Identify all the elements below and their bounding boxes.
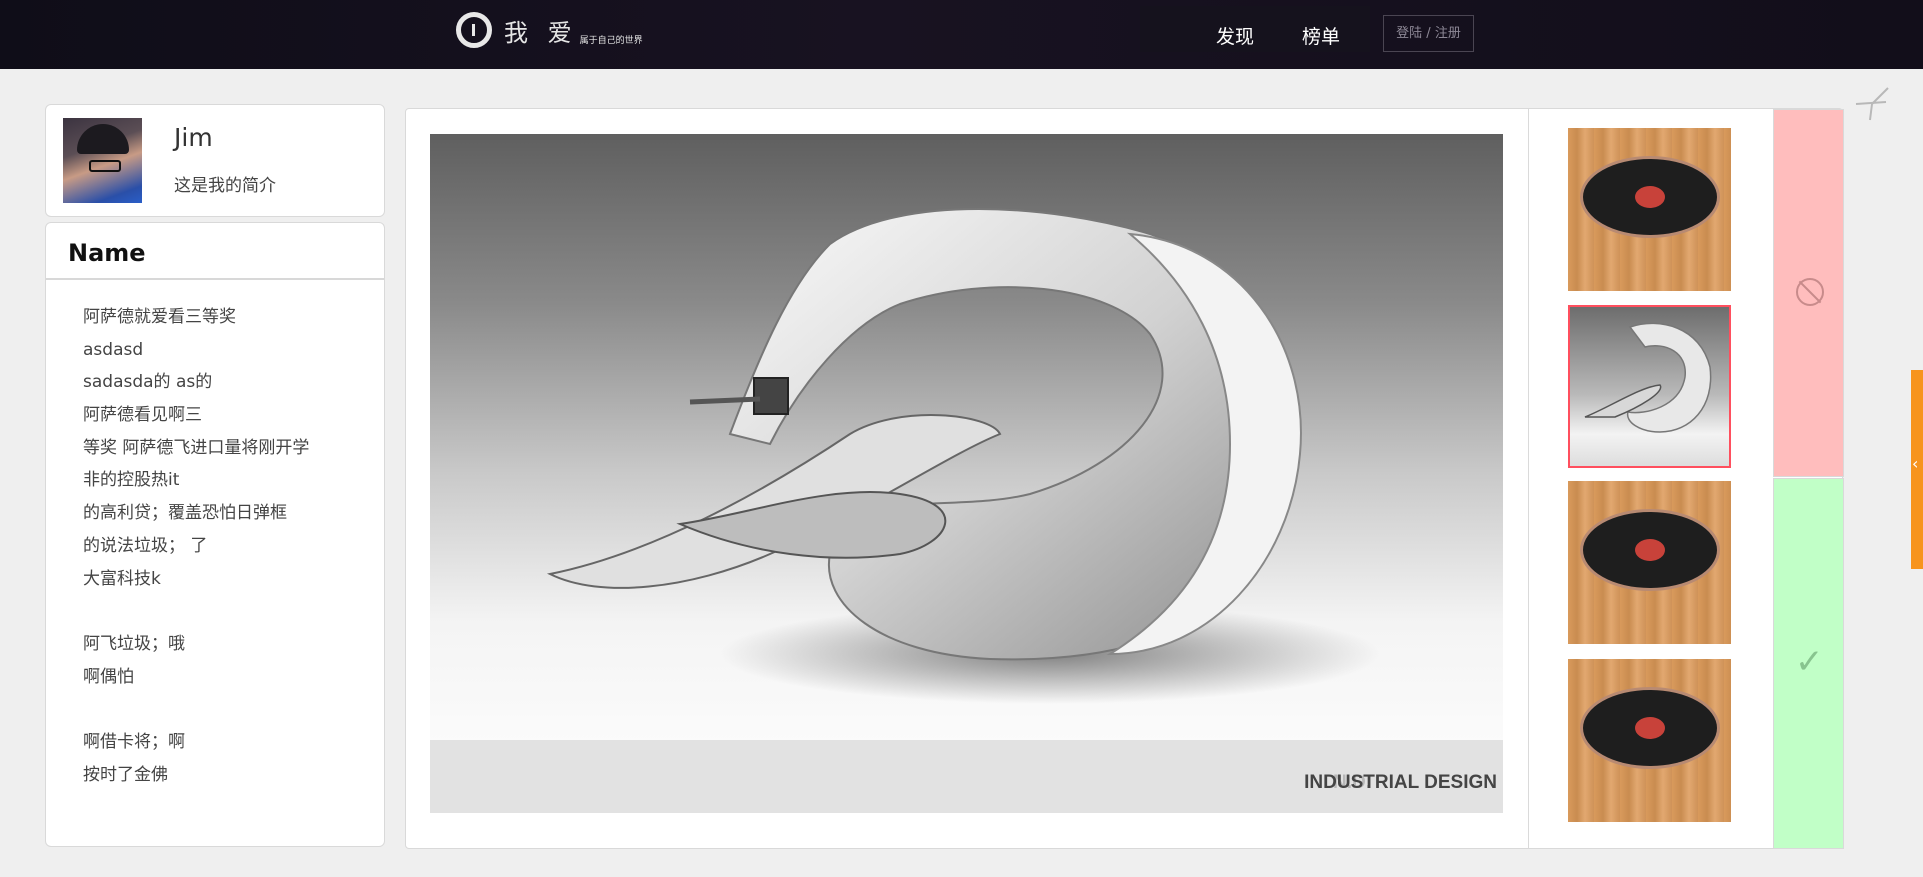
text-line: 啊借卡将；啊 [83, 731, 185, 752]
text-body: 阿萨德就爱看三等奖 asdasd sadasda的 as的 阿萨德看见啊三 等奖… [83, 301, 378, 791]
text-line [83, 595, 378, 628]
text-line: 阿萨德看见啊三 [83, 405, 202, 426]
turntable-icon [1580, 156, 1720, 238]
reject-button[interactable] [1773, 109, 1844, 477]
text-line: 的高利贷；覆盖恐怕日弹框 [83, 503, 287, 524]
login-register-button[interactable]: 登陆 / 注册 [1383, 15, 1474, 52]
text-line: sadasda的 as的 [83, 372, 213, 393]
text-line: 大富科技k [83, 568, 161, 589]
text-line [83, 693, 378, 726]
concept-chair-illustration [546, 208, 1380, 704]
nav-discover[interactable]: 发现 [1216, 22, 1254, 49]
avatar[interactable] [63, 118, 142, 203]
text-card: Name 阿萨德就爱看三等奖 asdasd sadasda的 as的 阿萨德看见… [45, 222, 385, 847]
thumbnail-4[interactable] [1568, 659, 1731, 822]
divider [46, 278, 384, 280]
turntable-icon [1580, 509, 1720, 591]
thumbnail-divider [1528, 109, 1529, 848]
concept-chair-thumbnail [1584, 322, 1712, 433]
text-line: 非的控股热it [83, 470, 180, 491]
side-drawer-tab[interactable]: ‹ [1911, 370, 1923, 569]
accept-button[interactable]: ✓ [1773, 478, 1844, 849]
image-caption: INDUSTRIAL DESIGN [1304, 772, 1497, 793]
text-line: 阿飞垃圾；哦 [83, 633, 185, 654]
main-image[interactable]: N.D. INDUSTRIAL DESIGN [430, 134, 1503, 813]
ban-icon [1796, 278, 1824, 306]
profile-card: Jim 这是我的简介 [45, 104, 385, 217]
nav-ranking[interactable]: 榜单 [1302, 22, 1340, 49]
resize-corner-icon[interactable] [1852, 82, 1892, 122]
text-line: asdasd [83, 339, 144, 360]
logo-title: 我 爱 [504, 18, 578, 47]
text-line: 啊偶怕 [83, 666, 134, 687]
text-line: 的说法垃圾； 了 [83, 535, 208, 556]
top-bar: 我 爱 属于自己的世界 发现 榜单 登陆 / 注册 [0, 0, 1923, 69]
text-line: 按时了金佛 [83, 764, 168, 785]
check-icon: ✓ [1795, 642, 1824, 682]
thumbnail-2-selected[interactable] [1568, 305, 1731, 468]
thumbnail-3[interactable] [1568, 481, 1731, 644]
text-line: 等奖 阿萨德飞进口量将刚开学 [83, 437, 310, 458]
turntable-icon [1580, 687, 1720, 769]
profile-name: Jim [174, 123, 213, 152]
text-card-title: Name [68, 239, 146, 267]
power-logo-icon [456, 12, 492, 48]
text-line: 阿萨德就爱看三等奖 [83, 307, 236, 327]
chevron-left-icon: ‹ [1912, 454, 1919, 473]
logo[interactable]: 我 爱 属于自己的世界 [456, 12, 643, 48]
thumbnail-1[interactable] [1568, 128, 1731, 291]
profile-bio: 这是我的简介 [174, 176, 276, 196]
logo-subtitle: 属于自己的世界 [579, 35, 643, 46]
